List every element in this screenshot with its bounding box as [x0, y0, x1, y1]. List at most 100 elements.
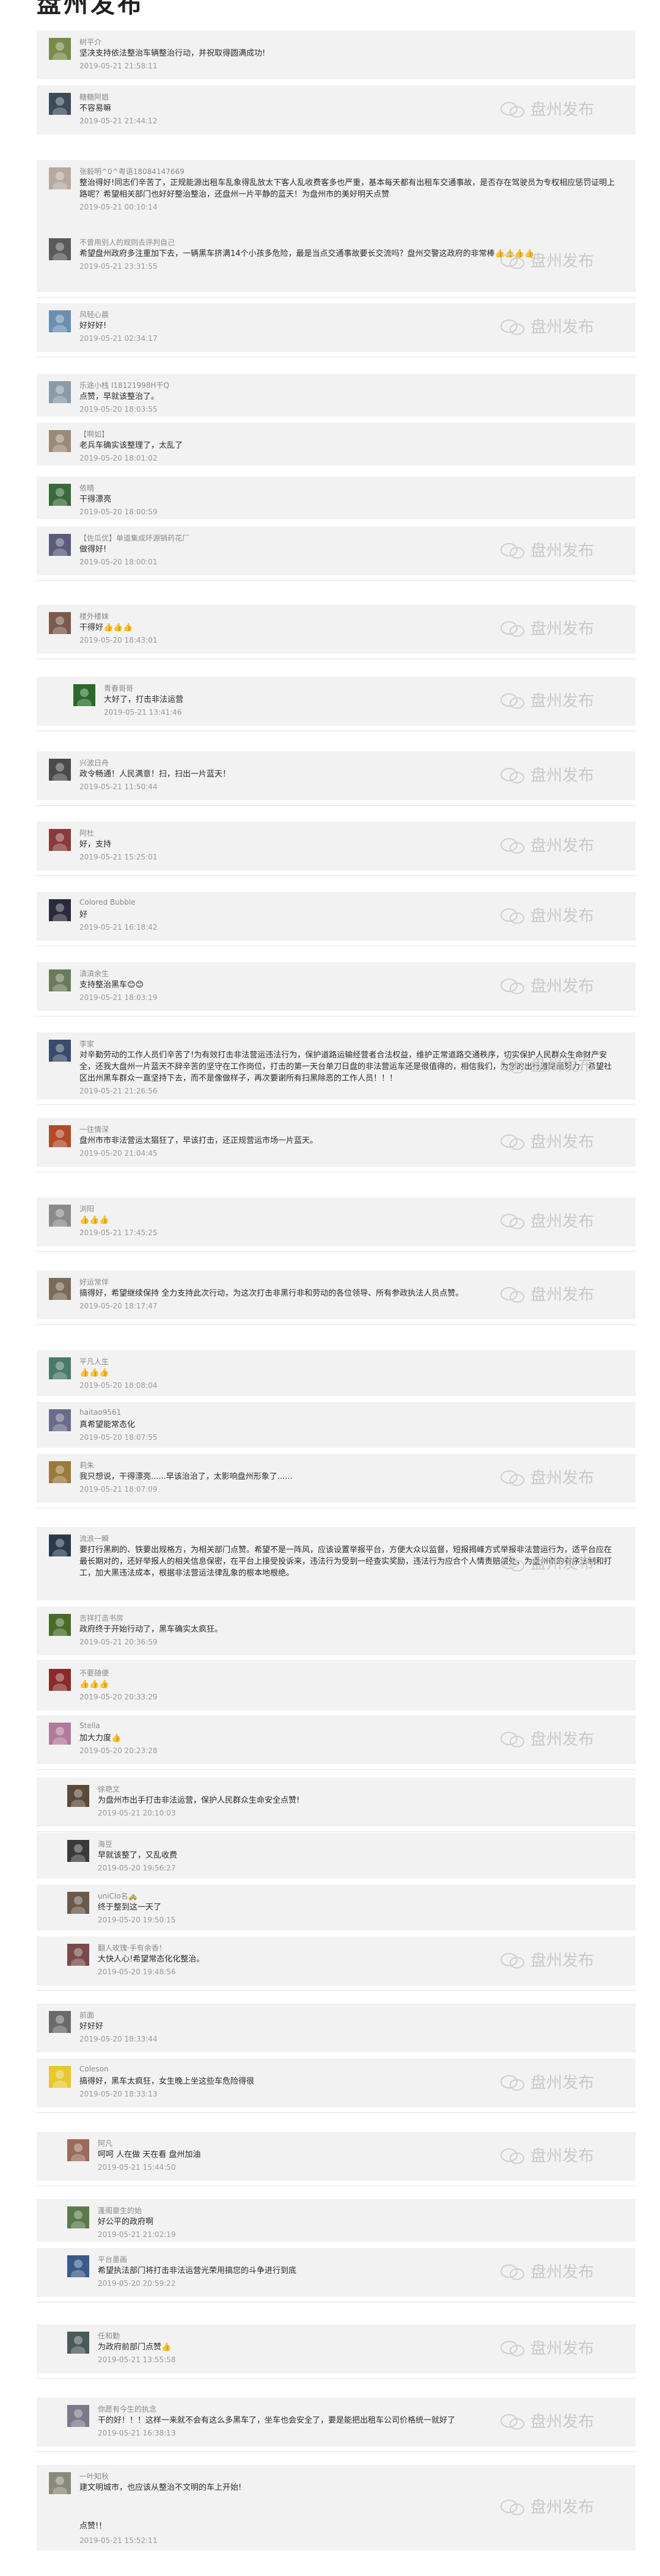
comment-author[interactable]: Stella [79, 1721, 100, 1730]
comment-item: 依晴 干得漂亮 2019-05-20 18:00:59 [37, 476, 636, 519]
watermark-text: 盘州发布 [530, 907, 595, 925]
comment-date: 2019-05-21 21:58:11 [79, 62, 158, 70]
comment-author[interactable]: 一叶知秋 [79, 2471, 109, 2481]
comment-item: 张毅明^0^粤语18084147669 整治得好!同志们辛苦了，正规能源出租车乱象… [37, 160, 636, 233]
avatar[interactable] [49, 2472, 71, 2494]
avatar[interactable] [49, 1409, 71, 1431]
watermark-text: 盘州发布 [530, 620, 595, 638]
comment-author[interactable]: 糖糖阿姐 [79, 92, 109, 102]
comment-author[interactable]: 蓬阁豪生的始 [98, 2205, 142, 2216]
avatar[interactable] [67, 1840, 89, 1862]
watermark-text: 盘州发布 [530, 252, 595, 271]
avatar[interactable] [49, 1125, 71, 1147]
avatar[interactable] [73, 684, 95, 706]
avatar[interactable] [49, 1278, 71, 1300]
divider [37, 805, 636, 806]
comment-date: 2019-05-20 19:50:15 [98, 1916, 176, 1924]
avatar[interactable] [49, 1614, 71, 1636]
comment-text: 好好好 [79, 2022, 104, 2031]
comment-text: 为盘州市出手打击非法运营，保护人民群众生命安全点赞! [98, 1796, 300, 1805]
comment-item: 翻人玫瑰·手有余香！ 大快人心!希望常态化化整治。 2019-05-20 19:48… [37, 1936, 636, 1985]
watermark: 盘州发布 [500, 250, 616, 272]
avatar[interactable] [49, 310, 71, 332]
comment-text: 好，支持 [79, 840, 112, 849]
wechat-logo-icon [501, 1058, 524, 1074]
avatar[interactable] [49, 38, 71, 60]
comment-item: 乐途小栈 I18121998H千Q 点赞，早就该整治了。 2019-05-20 18… [37, 374, 636, 417]
avatar[interactable] [49, 2066, 71, 2088]
avatar[interactable] [49, 899, 71, 921]
comment-author[interactable]: 海豆 [98, 1839, 112, 1849]
avatar[interactable] [49, 1205, 71, 1227]
comment-author[interactable]: 好运常伴 [79, 1277, 109, 1287]
avatar[interactable] [49, 1534, 71, 1556]
avatar[interactable] [49, 484, 71, 506]
avatar[interactable] [67, 2405, 89, 2427]
avatar[interactable] [49, 167, 71, 189]
avatar[interactable] [49, 612, 71, 634]
avatar[interactable] [49, 238, 71, 260]
watermark: 盘州发布 [500, 690, 616, 712]
comment-author[interactable]: 青春哥哥 [104, 683, 133, 693]
avatar[interactable] [49, 2011, 71, 2033]
comment-author[interactable]: 一往情深 [79, 1124, 109, 1134]
avatar[interactable] [49, 1461, 71, 1483]
comment-author[interactable]: 滇滇余生 [79, 968, 109, 979]
comment-author[interactable]: 前面 [79, 2010, 94, 2020]
watermark-text: 盘州发布 [530, 1057, 595, 1075]
comment-author[interactable]: 张毅明^0^粤语18084147669 [79, 166, 185, 177]
comment-author[interactable]: 你愿有今生的执念 [98, 2404, 156, 2414]
comment-text: 大好了，打击非法运营 [104, 695, 184, 704]
comment-author[interactable]: 楼外楼妹 [79, 611, 109, 621]
comment-author[interactable]: Colored Bubble [79, 898, 136, 907]
avatar[interactable] [49, 1357, 71, 1379]
comment-author[interactable]: 吉祥打造书房 [79, 1613, 123, 1623]
comment-author[interactable]: 平凡人生 [79, 1356, 109, 1366]
avatar[interactable] [67, 1944, 89, 1966]
avatar[interactable] [67, 2255, 89, 2277]
comment-author[interactable]: 兴波日舟 [79, 757, 109, 768]
comment-text: 终于整到这一天了 [98, 1903, 162, 1912]
comment-author[interactable]: 不要随便 [79, 1668, 109, 1678]
comment-author[interactable]: 莉朱 [79, 1460, 94, 1470]
comment-author[interactable]: 李家 [79, 1038, 94, 1049]
avatar[interactable] [49, 969, 71, 991]
avatar[interactable] [67, 1892, 89, 1914]
comment-author[interactable]: 不曾用别人的规则去评判自己 [79, 237, 175, 247]
avatar[interactable] [49, 829, 71, 851]
comment-author[interactable]: uniClo名🚕 [98, 1891, 138, 1901]
comment-text: 好公平的政府啊 [98, 2217, 154, 2227]
comment-item: 好运常伴 搞得好，希望继续保持 全力支持此次行动，为这次打击非黑行非和劳动的各位领… [37, 1271, 636, 1319]
comment-author[interactable]: 阿凡 [98, 2138, 112, 2148]
comment-author[interactable]: 树平介 [79, 37, 101, 47]
comment-author[interactable]: 浏阳 [79, 1203, 94, 1214]
comment-author[interactable]: 风轻心晨 [79, 309, 109, 319]
comment-author[interactable]: Coleson [79, 2065, 109, 2073]
comment-author[interactable]: 徐艳文 [98, 1784, 120, 1794]
watermark: 盘州发布 [500, 99, 616, 121]
comment-author[interactable]: 阿杜 [79, 828, 94, 838]
avatar[interactable] [49, 430, 71, 452]
comment-date: 2019-05-20 18:01:02 [79, 454, 158, 462]
avatar[interactable] [49, 534, 71, 556]
avatar[interactable] [49, 1723, 71, 1745]
comment-author[interactable]: 乐途小栈 I18121998H千Q [79, 380, 169, 390]
comment-author[interactable]: 任和勤 [98, 2330, 120, 2341]
avatar[interactable] [67, 2139, 89, 2161]
comment-author[interactable]: 流浪一瞬 [79, 1533, 109, 1544]
avatar[interactable] [49, 93, 71, 115]
comment-author[interactable]: haitao9561 [79, 1408, 121, 1417]
comment-item: Colored Bubble 好 2019-05-21 16:18:42 盘州发布 [37, 892, 636, 941]
avatar[interactable] [49, 759, 71, 781]
comment-author[interactable]: 【佐瓜优】单道集成环源销药花厂 [79, 533, 189, 543]
comment-author[interactable]: 依晴 [79, 483, 94, 493]
avatar[interactable] [67, 2332, 89, 2354]
avatar[interactable] [49, 381, 71, 403]
comment-author[interactable]: 翻人玫瑰·手有余香！ [98, 1943, 166, 1953]
comment-author[interactable]: 平台墨画 [98, 2254, 127, 2264]
avatar[interactable] [67, 2206, 89, 2228]
comment-author[interactable]: 【啊如】 [79, 429, 109, 439]
avatar[interactable] [49, 1040, 71, 1062]
avatar[interactable] [67, 1785, 89, 1807]
avatar[interactable] [49, 1669, 71, 1691]
